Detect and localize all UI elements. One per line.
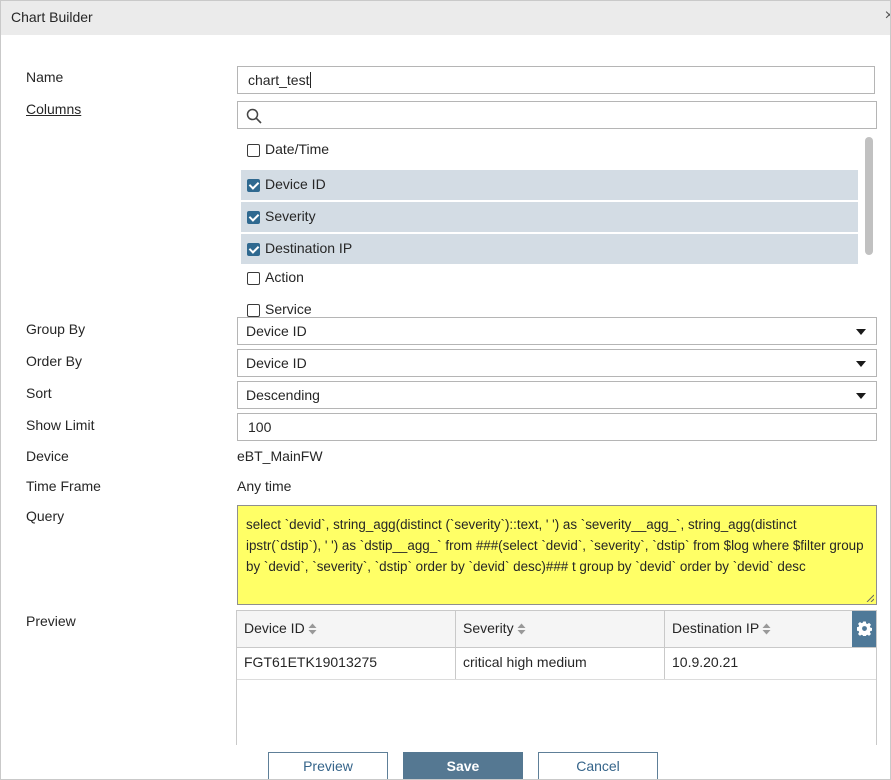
order-by-select[interactable]: Device ID xyxy=(237,349,877,377)
column-item-label: Action xyxy=(265,269,304,285)
query-label: Query xyxy=(26,508,65,524)
cancel-button[interactable]: Cancel xyxy=(538,752,658,779)
caret-down-icon xyxy=(856,361,866,367)
group-by-value: Device ID xyxy=(246,323,307,339)
save-button[interactable]: Save xyxy=(403,752,523,779)
group-by-select[interactable]: Device ID xyxy=(237,317,877,345)
column-item-action[interactable]: Action xyxy=(241,263,858,293)
preview-label: Preview xyxy=(26,613,76,629)
dialog-titlebar: Chart Builder × xyxy=(1,1,890,35)
checkbox[interactable] xyxy=(247,304,260,317)
checkbox[interactable] xyxy=(247,144,260,157)
sort-value: Descending xyxy=(246,387,320,403)
time-frame-label: Time Frame xyxy=(26,478,101,494)
dialog-footer: Preview Save Cancel xyxy=(1,745,890,779)
preview-table: Device ID Severity Destination IP FGT61E… xyxy=(236,610,877,745)
column-item-label: Severity xyxy=(265,208,316,224)
caret-down-icon xyxy=(856,329,866,335)
order-by-label: Order By xyxy=(26,353,83,369)
device-value: eBT_MainFW xyxy=(237,448,323,464)
columns-link[interactable]: Columns xyxy=(26,101,81,117)
column-item-severity[interactable]: Severity xyxy=(241,202,858,232)
gear-icon xyxy=(857,621,872,636)
dialog-title: Chart Builder xyxy=(11,9,93,25)
table-header: Device ID Severity Destination IP xyxy=(237,611,876,648)
columns-list: Date/Time Device ID Severity Destination… xyxy=(237,133,877,317)
column-item-service[interactable]: Service xyxy=(241,295,858,317)
order-by-value: Device ID xyxy=(246,355,307,371)
table-row[interactable]: FGT61ETK19013275 critical high medium 10… xyxy=(237,647,876,680)
column-item-device-id[interactable]: Device ID xyxy=(241,170,858,200)
column-header-destination-ip[interactable]: Destination IP xyxy=(665,611,852,647)
column-settings-button[interactable] xyxy=(852,611,876,647)
column-item-destination-ip[interactable]: Destination IP xyxy=(241,234,858,264)
table-cell: FGT61ETK19013275 xyxy=(237,647,456,679)
query-textarea[interactable]: select `devid`, string_agg(distinct (`se… xyxy=(237,505,877,605)
checkbox-checked[interactable] xyxy=(247,179,260,192)
column-header-label: Destination IP xyxy=(672,620,760,636)
preview-button[interactable]: Preview xyxy=(268,752,388,779)
checkbox-checked[interactable] xyxy=(247,211,260,224)
resize-grip-icon[interactable] xyxy=(866,594,874,602)
columns-scrollbar[interactable] xyxy=(865,137,873,255)
show-limit-label: Show Limit xyxy=(26,417,95,433)
query-text: select `devid`, string_agg(distinct (`se… xyxy=(246,517,864,574)
column-header-severity[interactable]: Severity xyxy=(456,611,665,647)
column-item-label: Date/Time xyxy=(265,141,330,157)
group-by-label: Group By xyxy=(26,321,86,337)
column-header-device-id[interactable]: Device ID xyxy=(237,611,456,647)
table-cell: 10.9.20.21 xyxy=(672,654,739,670)
column-item-label: Destination IP xyxy=(265,240,353,256)
column-item-date-time[interactable]: Date/Time xyxy=(241,135,858,165)
column-header-label: Device ID xyxy=(244,620,305,636)
column-item-label: Service xyxy=(265,301,312,317)
column-item-label: Device ID xyxy=(265,176,326,192)
text-cursor xyxy=(310,72,312,88)
sort-icon xyxy=(308,623,317,635)
show-limit-value: 100 xyxy=(248,419,272,435)
search-icon xyxy=(246,108,262,124)
column-header-label: Severity xyxy=(463,620,514,636)
checkbox[interactable] xyxy=(247,272,260,285)
sort-icon xyxy=(762,623,771,635)
show-limit-input[interactable]: 100 xyxy=(237,413,877,441)
name-input[interactable]: chart_test xyxy=(237,66,875,94)
chart-builder-dialog: Chart Builder × Name chart_test Columns … xyxy=(0,0,891,780)
device-label: Device xyxy=(26,448,69,464)
time-frame-value: Any time xyxy=(237,478,292,494)
name-input-value: chart_test xyxy=(248,72,310,88)
name-label: Name xyxy=(26,69,64,85)
sort-label: Sort xyxy=(26,385,52,401)
caret-down-icon xyxy=(856,393,866,399)
checkbox-checked[interactable] xyxy=(247,243,260,256)
columns-search-input[interactable] xyxy=(237,101,877,129)
sort-icon xyxy=(517,623,526,635)
sort-select[interactable]: Descending xyxy=(237,381,877,409)
close-icon[interactable]: × xyxy=(885,7,890,25)
table-cell: critical high medium xyxy=(456,647,665,679)
